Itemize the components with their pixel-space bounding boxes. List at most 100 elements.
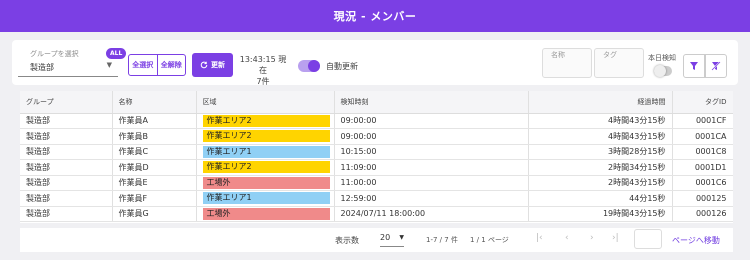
cell-tag: 0001C6 [672, 175, 733, 191]
cell-tag: 000126 [672, 206, 733, 222]
cell-tag: 0001D1 [672, 159, 733, 176]
cell-elapsed: 3時間28分15秒 [528, 144, 673, 160]
rows-per-page-label: 表示数 [335, 236, 359, 245]
auto-refresh-toggle[interactable] [298, 60, 320, 72]
page-size-value: 20 [380, 233, 391, 242]
cell-time: 10:15:00 [334, 144, 529, 160]
name-filter-input[interactable]: 名称 [542, 48, 592, 78]
page-size-select[interactable]: 20 ▼ [380, 233, 404, 247]
toggle-knob [308, 60, 320, 72]
filter-icon [690, 62, 698, 70]
tag-filter-input[interactable]: タグ [594, 48, 644, 78]
cell-group: 製造部 [20, 128, 113, 145]
table-header-row: グループ 名称 区域 検知時刻 経過時間 タグID [20, 91, 733, 114]
refresh-icon [200, 61, 208, 69]
last-page-icon[interactable]: ›| [612, 233, 619, 243]
page-number-input[interactable] [634, 229, 662, 249]
first-page-icon[interactable]: |‹ [536, 233, 543, 243]
group-select-value: 製造部 [30, 63, 54, 72]
name-filter-label: 名称 [551, 51, 565, 59]
today-detect-toggle[interactable] [654, 65, 672, 77]
column-header-name[interactable]: 名称 [112, 91, 197, 114]
table-row[interactable]: 製造部 作業員B 作業エリア2 09:00:00 4時間43分15秒 0001CA [20, 128, 733, 145]
current-time-text: 13:43:15 現在 [239, 55, 287, 75]
cell-area: 作業エリア1 [196, 190, 335, 207]
column-header-tag[interactable]: タグID [672, 91, 733, 114]
table-row[interactable]: 製造部 作業員C 作業エリア1 10:15:00 3時間28分15秒 0001C8 [20, 144, 733, 160]
cell-elapsed: 4時間43分15秒 [528, 113, 673, 129]
cell-area: 作業エリア2 [196, 159, 335, 176]
previous-page-icon[interactable]: ‹ [565, 233, 569, 243]
cell-area: 工場外 [196, 175, 335, 191]
table-row[interactable]: 製造部 作業員E 工場外 11:00:00 2時間43分15秒 0001C6 [20, 175, 733, 191]
cell-time: 11:00:00 [334, 175, 529, 191]
cell-group: 製造部 [20, 190, 113, 207]
column-header-group[interactable]: グループ [20, 91, 113, 114]
cell-group: 製造部 [20, 206, 113, 222]
cell-elapsed: 2時間43分15秒 [528, 175, 673, 191]
toggle-knob [654, 65, 666, 77]
selection-button-group: 全選択 全解除 [128, 54, 186, 76]
cell-name: 作業員E [112, 175, 197, 191]
cell-tag: 000125 [672, 190, 733, 207]
cell-tag: 0001C8 [672, 144, 733, 160]
group-select-label: グループを選択 [30, 50, 79, 58]
goto-page-link[interactable]: ページへ移動 [672, 235, 720, 246]
deselect-all-button[interactable]: 全解除 [156, 55, 186, 75]
column-header-area[interactable]: 区域 [196, 91, 335, 114]
cell-time: 09:00:00 [334, 113, 529, 129]
cell-area: 作業エリア2 [196, 128, 335, 145]
cell-time: 2024/07/11 18:00:00 [334, 206, 529, 222]
page-label: 1 / 1 ページ [470, 236, 509, 244]
cell-elapsed: 44分15秒 [528, 190, 673, 207]
cell-name: 作業員G [112, 206, 197, 222]
table-row[interactable]: 製造部 作業員A 作業エリア2 09:00:00 4時間43分15秒 0001CF [20, 113, 733, 129]
today-detect-label: 本日検知 [648, 54, 676, 62]
table-row[interactable]: 製造部 作業員F 作業エリア1 12:59:00 44分15秒 000125 [20, 190, 733, 207]
cell-group: 製造部 [20, 113, 113, 129]
area-chip: 作業エリア2 [202, 161, 330, 174]
cell-area: 作業エリア2 [196, 113, 335, 129]
area-chip: 作業エリア2 [202, 114, 330, 127]
pagination: 表示数 20 ▼ 1-7 / 7 件 1 / 1 ページ |‹ ‹ › ›| ペ… [20, 228, 733, 252]
filter-off-icon [711, 61, 721, 71]
cell-name: 作業員A [112, 113, 197, 129]
cell-group: 製造部 [20, 159, 113, 176]
filter-button[interactable] [683, 54, 705, 78]
table-row[interactable]: 製造部 作業員D 作業エリア2 11:09:00 2時間34分15秒 0001D1 [20, 159, 733, 176]
page-title: 現況 - メンバー [333, 10, 417, 23]
area-chip: 作業エリア1 [202, 192, 330, 205]
clear-filter-button[interactable] [705, 54, 727, 78]
all-badge: ALL [106, 48, 127, 59]
select-all-button[interactable]: 全選択 [129, 55, 157, 75]
result-count: 7件 [256, 77, 270, 86]
table-body: 製造部 作業員A 作業エリア2 09:00:00 4時間43分15秒 0001CF 製造部作… [20, 113, 733, 222]
next-page-icon[interactable]: › [590, 233, 594, 243]
cell-name: 作業員C [112, 144, 197, 160]
cell-name: 作業員D [112, 159, 197, 176]
member-table: グループ 名称 区域 検知時刻 経過時間 タグID 製造部 作業員A 作業エリア2 0… [20, 91, 733, 223]
cell-group: 製造部 [20, 175, 113, 191]
refresh-button[interactable]: 更新 [192, 53, 233, 77]
area-chip: 工場外 [202, 207, 330, 220]
area-chip: 作業エリア1 [202, 145, 330, 158]
group-select[interactable]: グループを選択 製造部 ▼ [18, 47, 118, 77]
cell-tag: 0001CA [672, 128, 733, 145]
cell-time: 11:09:00 [334, 159, 529, 176]
column-header-time[interactable]: 検知時刻 [334, 91, 529, 114]
refresh-button-label: 更新 [211, 61, 225, 69]
auto-refresh-label: 自動更新 [326, 62, 358, 71]
cell-elapsed: 4時間43分15秒 [528, 128, 673, 145]
page-header: 現況 - メンバー [0, 0, 750, 32]
chevron-down-icon: ▼ [106, 61, 112, 69]
area-chip: 工場外 [202, 176, 330, 189]
cell-name: 作業員F [112, 190, 197, 207]
cell-area: 作業エリア1 [196, 144, 335, 160]
column-header-elapsed[interactable]: 経過時間 [528, 91, 673, 114]
cell-area: 工場外 [196, 206, 335, 222]
area-chip: 作業エリア2 [202, 130, 330, 143]
cell-elapsed: 19時間43分15秒 [528, 206, 673, 222]
table-row[interactable]: 製造部 作業員G 工場外 2024/07/11 18:00:00 19時間43分15秒 0… [20, 206, 733, 222]
cell-name: 作業員B [112, 128, 197, 145]
range-label: 1-7 / 7 件 [426, 236, 458, 244]
